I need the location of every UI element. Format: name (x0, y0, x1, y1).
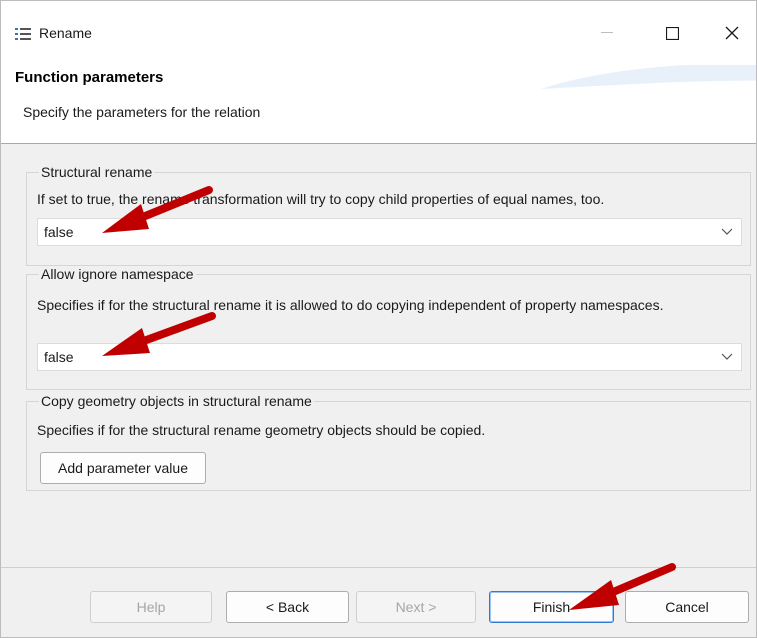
group-title: Structural rename (39, 164, 155, 180)
select-value: false (44, 349, 74, 365)
next-button[interactable]: Next > (356, 591, 476, 623)
banner-swoosh-graphic (541, 65, 756, 89)
finish-button[interactable]: Finish (489, 591, 614, 623)
window-title: Rename (39, 25, 92, 41)
footer-divider (1, 567, 756, 568)
rename-dialog: Rename Function parameters Specify the p… (0, 0, 757, 638)
allow-ignore-namespace-group: Allow ignore namespace Specifies if for … (26, 266, 751, 390)
page-title: Function parameters (15, 69, 164, 86)
group-description: Specifies if for the structural rename i… (37, 297, 664, 313)
close-icon (725, 26, 739, 40)
wizard-banner: Function parameters Specify the paramete… (1, 65, 756, 144)
chevron-down-icon (721, 353, 733, 360)
minimize-button[interactable] (584, 15, 630, 51)
allow-ignore-namespace-select[interactable]: false (37, 343, 742, 371)
structural-rename-select[interactable]: false (37, 218, 742, 246)
group-title: Allow ignore namespace (39, 266, 196, 282)
group-title: Copy geometry objects in structural rena… (39, 393, 314, 409)
select-value: false (44, 224, 74, 240)
title-bar: Rename (1, 1, 756, 65)
add-parameter-value-button[interactable]: Add parameter value (40, 452, 206, 484)
copy-geometry-group: Copy geometry objects in structural rena… (26, 393, 751, 491)
structural-rename-group: Structural rename If set to true, the re… (26, 164, 751, 266)
help-button[interactable]: Help (90, 591, 212, 623)
maximize-button[interactable] (649, 15, 695, 51)
list-icon (15, 27, 31, 41)
page-description: Specify the parameters for the relation (23, 104, 261, 120)
group-description: If set to true, the rename transformatio… (37, 191, 605, 207)
chevron-down-icon (721, 228, 733, 235)
group-description: Specifies if for the structural rename g… (37, 422, 486, 438)
back-button[interactable]: < Back (226, 591, 349, 623)
cancel-button[interactable]: Cancel (625, 591, 749, 623)
close-button[interactable] (709, 15, 755, 51)
minimize-icon (601, 32, 613, 33)
maximize-icon (665, 26, 679, 40)
